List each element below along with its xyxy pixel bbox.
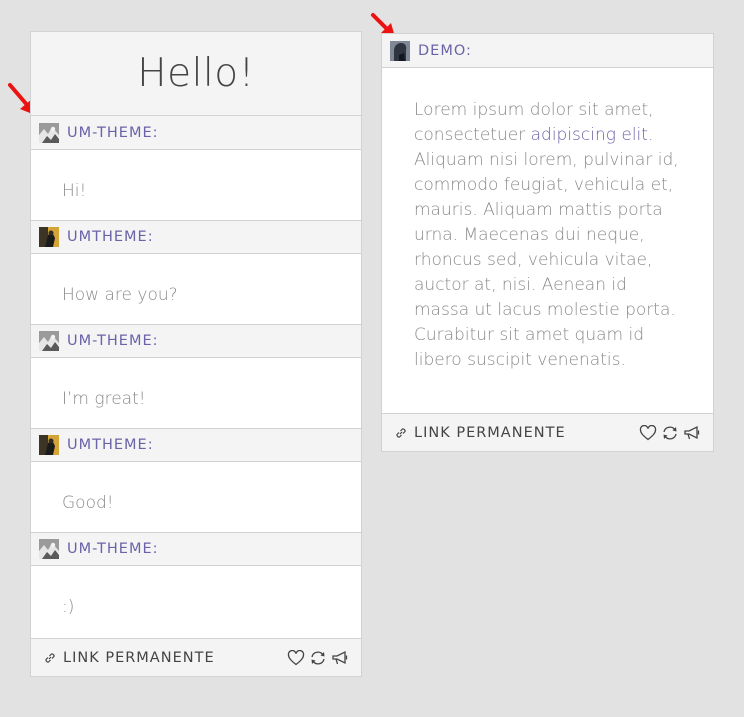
- author-name[interactable]: UM-THEME:: [67, 333, 159, 349]
- permalink-link[interactable]: LINK PERMANENTE: [394, 425, 566, 441]
- author-name[interactable]: UM-THEME:: [67, 125, 159, 141]
- demo-avatar-icon[interactable]: [390, 40, 410, 61]
- author-bar: UMTHEME:: [31, 428, 361, 462]
- author-name[interactable]: UMTHEME:: [67, 437, 154, 453]
- chat-post-card: Hello! UM-THEME: Hi! UMTHEME: How are yo…: [30, 31, 362, 677]
- post-title: Hello!: [31, 32, 361, 116]
- umtheme-avatar-icon[interactable]: [39, 227, 59, 247]
- author-name[interactable]: DEMO:: [418, 43, 472, 59]
- permalink-label: LINK PERMANENTE: [414, 424, 566, 441]
- author-bar: UMTHEME:: [31, 220, 361, 254]
- reblog-icon[interactable]: [309, 650, 327, 666]
- post-body: Lorem ipsum dolor sit amet, consectetuer…: [382, 68, 713, 373]
- message-text: Hi!: [62, 181, 87, 201]
- message-text: How are you?: [62, 285, 178, 305]
- um-theme-avatar-icon[interactable]: [39, 122, 59, 143]
- reblog-icon[interactable]: [661, 425, 679, 441]
- link-icon: [396, 427, 406, 438]
- megaphone-icon[interactable]: [683, 425, 701, 441]
- post-body-text: . Aliquam nisi lorem, pulvinar id, commo…: [414, 125, 679, 370]
- author-bar: UM-THEME:: [31, 532, 361, 566]
- umtheme-avatar-icon[interactable]: [39, 435, 59, 455]
- author-name[interactable]: UMTHEME:: [67, 229, 154, 245]
- post-footer: LINK PERMANENTE: [382, 413, 713, 451]
- heart-icon[interactable]: [639, 424, 657, 441]
- author-bar: DEMO:: [382, 34, 713, 68]
- text-post-card: DEMO: Lorem ipsum dolor sit amet, consec…: [381, 33, 714, 452]
- post-actions: [639, 424, 701, 441]
- author-bar: UM-THEME:: [31, 324, 361, 358]
- link-icon: [45, 652, 55, 663]
- megaphone-icon[interactable]: [331, 650, 349, 666]
- author-bar: UM-THEME:: [31, 116, 361, 150]
- author-name[interactable]: UM-THEME:: [67, 541, 159, 557]
- um-theme-avatar-icon[interactable]: [39, 331, 59, 351]
- message-text: Good!: [62, 493, 114, 513]
- post-body-link[interactable]: adipiscing elit: [531, 125, 648, 145]
- permalink-label: LINK PERMANENTE: [63, 649, 215, 666]
- post-footer: LINK PERMANENTE: [31, 638, 361, 676]
- message-text: I’m great!: [62, 389, 146, 409]
- um-theme-avatar-icon[interactable]: [39, 539, 59, 559]
- permalink-link[interactable]: LINK PERMANENTE: [43, 650, 215, 666]
- message-text: :): [62, 597, 75, 617]
- post-actions: [287, 649, 349, 666]
- heart-icon[interactable]: [287, 649, 305, 666]
